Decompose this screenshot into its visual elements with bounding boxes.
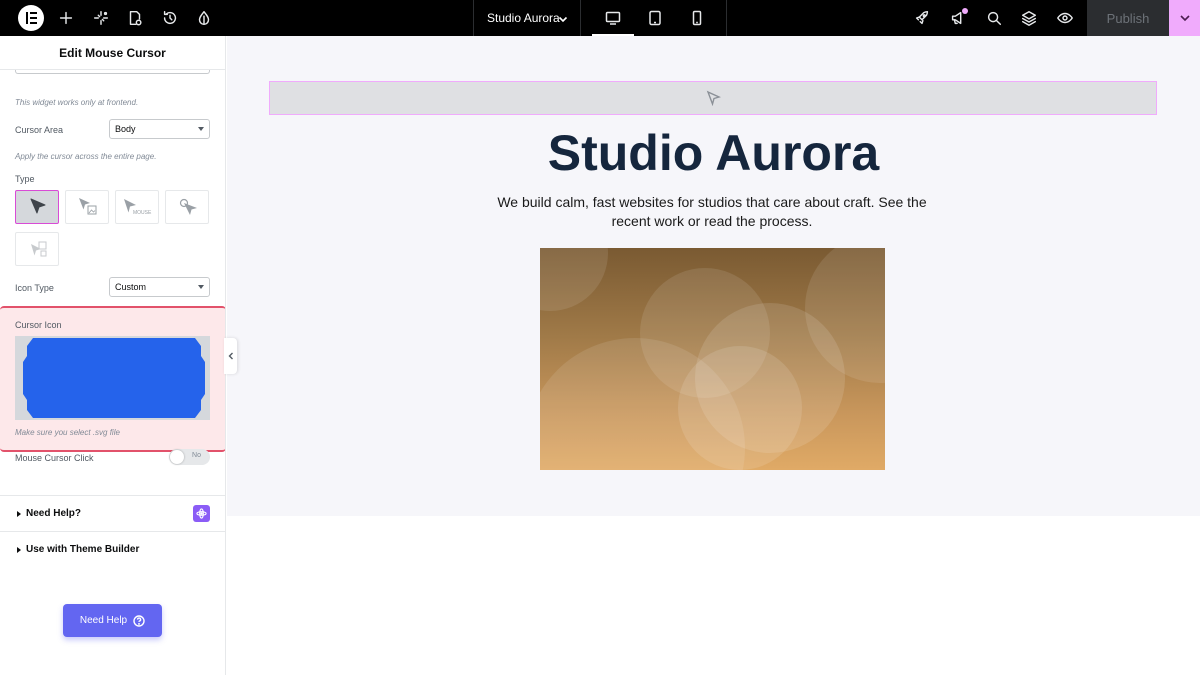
type-label: Type <box>15 174 35 184</box>
sparkle-icon[interactable] <box>91 8 111 28</box>
top-bar: Studio Aurora Publish <box>0 0 1200 36</box>
tile-mouse-text: MOUSE <box>133 210 152 216</box>
cursor-area-note: Apply the cursor across the entire page. <box>15 152 157 161</box>
ai-assistant-icon[interactable] <box>193 505 210 522</box>
panel-title: Edit Mouse Cursor <box>0 36 225 70</box>
publish-options-button[interactable] <box>1169 0 1200 36</box>
mouse-click-toggle[interactable]: No <box>169 449 210 465</box>
cursor-area-label: Cursor Area <box>15 125 64 135</box>
theme-style-icon[interactable] <box>194 8 214 28</box>
frontend-note: This widget works only at frontend. <box>15 98 139 107</box>
caret-right-icon <box>17 547 21 553</box>
elementor-logo-icon[interactable] <box>18 5 44 31</box>
question-circle-icon <box>133 614 145 627</box>
layers-icon[interactable] <box>1019 8 1039 28</box>
device-switcher <box>581 0 727 36</box>
arrow-image-cursor-icon[interactable] <box>65 190 109 224</box>
hero-image[interactable] <box>540 248 885 470</box>
collapse-panel-button[interactable] <box>224 338 237 374</box>
tablet-icon[interactable] <box>634 0 676 36</box>
mouse-cursor-widget-placeholder[interactable] <box>269 81 1157 115</box>
megaphone-icon[interactable] <box>948 8 968 28</box>
publish-button[interactable]: Publish <box>1087 0 1169 36</box>
search-icon[interactable] <box>984 8 1004 28</box>
icon-type-label: Icon Type <box>15 283 54 293</box>
accordion-need-help[interactable]: Need Help? <box>0 495 225 531</box>
arrow-cursor-icon[interactable] <box>15 190 59 224</box>
arrow-text-cursor-icon[interactable]: MOUSE <box>115 190 159 224</box>
mobile-icon[interactable] <box>676 0 718 36</box>
need-help-button[interactable]: Need Help <box>63 604 162 637</box>
accordion-theme-builder[interactable]: Use with Theme Builder <box>0 531 225 567</box>
notification-dot <box>962 8 968 14</box>
accordion-theme-builder-label: Use with Theme Builder <box>26 544 140 555</box>
cursor-arrow-icon <box>706 90 721 106</box>
caret-down-icon <box>198 127 204 131</box>
toggle-knob <box>170 450 184 464</box>
arrow-circle-cursor-icon[interactable] <box>165 190 209 224</box>
cursor-area-select[interactable]: Body <box>109 119 210 139</box>
caret-down-icon <box>198 285 204 289</box>
cursor-area-value: Body <box>115 124 136 134</box>
desktop-icon[interactable] <box>592 0 634 36</box>
plus-icon[interactable] <box>56 8 76 28</box>
chevron-left-icon <box>228 352 233 360</box>
hero-heading[interactable]: Studio Aurora <box>227 124 1200 182</box>
icon-type-select[interactable]: Custom <box>109 277 210 297</box>
history-icon[interactable] <box>160 8 180 28</box>
editor-panel: Edit Mouse Cursor This widget works only… <box>0 36 226 675</box>
cursor-icon-note: Make sure you select .svg file <box>15 428 120 437</box>
faded-image-cursor-icon[interactable] <box>15 232 59 266</box>
icon-type-value: Custom <box>115 282 147 292</box>
editor-canvas: Studio Aurora We build calm, fast websit… <box>227 36 1200 675</box>
need-help-label: Need Help <box>79 615 128 626</box>
chevron-down-icon <box>558 13 568 23</box>
page-section: Studio Aurora We build calm, fast websit… <box>227 36 1200 516</box>
site-title: Studio Aurora <box>487 11 560 25</box>
rocket-icon[interactable] <box>912 8 932 28</box>
caret-right-icon <box>17 511 21 517</box>
cursor-icon-label: Cursor Icon <box>15 320 62 330</box>
toggle-state: No <box>192 452 201 459</box>
accordion-need-help-label: Need Help? <box>26 508 82 519</box>
hero-paragraph[interactable]: We build calm, fast websites for studios… <box>482 193 942 231</box>
page-settings-icon[interactable] <box>125 8 145 28</box>
site-title-dropdown[interactable]: Studio Aurora <box>473 0 581 36</box>
preview-eye-icon[interactable] <box>1055 8 1075 28</box>
cursor-icon-preview[interactable] <box>15 336 210 420</box>
mouse-click-label: Mouse Cursor Click <box>15 453 94 463</box>
